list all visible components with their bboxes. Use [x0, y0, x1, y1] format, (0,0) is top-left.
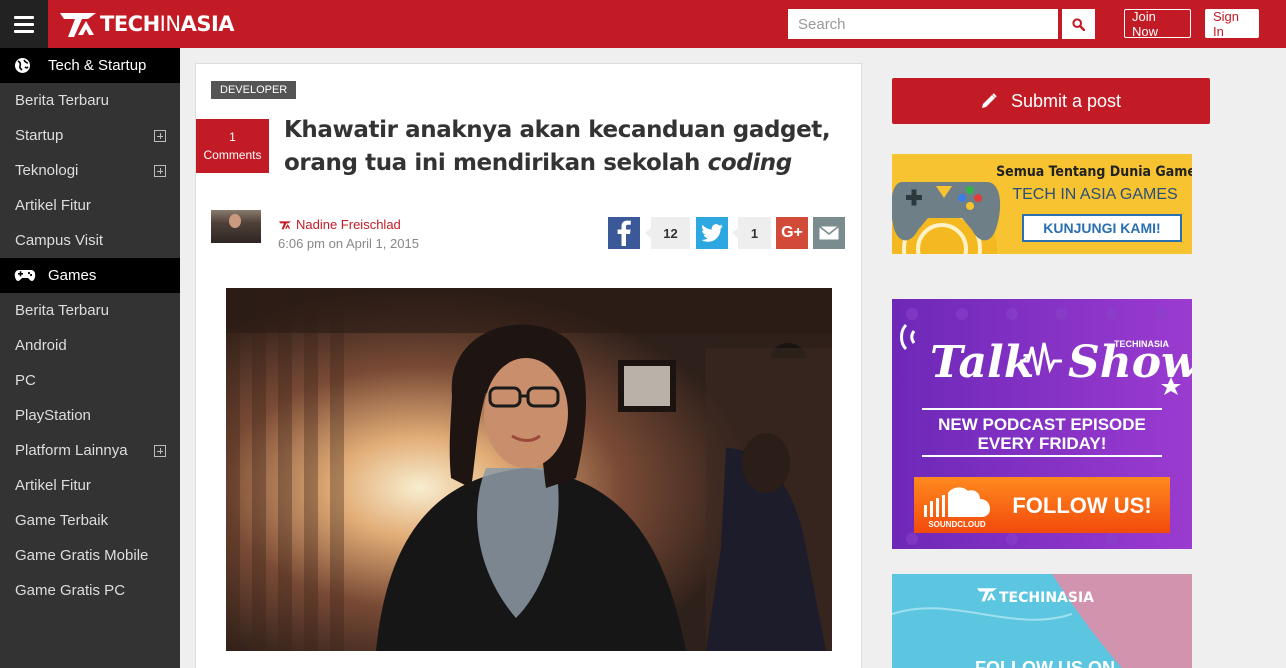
search-input[interactable] — [788, 9, 1058, 39]
talkshow-line-2: EVERY FRIDAY! — [978, 434, 1107, 453]
follow-ad-partial-text: FOLLOW US ON — [975, 658, 1115, 668]
expand-plus-icon[interactable] — [154, 164, 166, 177]
sidebar-item-label: Campus Visit — [15, 232, 104, 249]
techinasia-logo-icon — [60, 13, 96, 37]
email-share-button[interactable] — [813, 217, 845, 249]
logo-text-in: IN — [159, 12, 181, 36]
sidebar-item-label: Game Gratis PC — [15, 582, 126, 599]
comments-label: Comments — [203, 148, 262, 162]
sidebar-item-label: PlayStation — [15, 407, 91, 424]
sidebar-item-games-artikel-fitur[interactable]: Artikel Fitur — [0, 468, 180, 503]
talkshow-cta[interactable]: FOLLOW US! — [1012, 493, 1151, 518]
sidebar-section-title: Tech & Startup — [48, 57, 147, 74]
games-ad-headline: Semua Tentang Dunia Game — [996, 164, 1192, 180]
sidebar-item-label: Artikel Fitur — [15, 477, 91, 494]
sidebar-item-games-berita-terbaru[interactable]: Berita Terbaru — [0, 293, 180, 328]
author-link[interactable]: Nadine Freischlad — [278, 217, 401, 232]
twitter-icon — [701, 224, 723, 242]
techinasia-small-icon — [279, 220, 291, 229]
sidebar-item-label: Berita Terbaru — [15, 92, 109, 109]
games-banner-ad[interactable]: Semua Tentang Dunia Game TECH IN ASIA GA… — [892, 154, 1192, 254]
join-now-button[interactable]: Join Now — [1124, 9, 1191, 39]
sidebar-item-label: Teknologi — [15, 162, 79, 179]
menu-line — [14, 29, 34, 33]
sidebar-item-game-terbaik[interactable]: Game Terbaik — [0, 503, 180, 538]
sidebar-item-pc[interactable]: PC — [0, 363, 180, 398]
sidebar-item-campus-visit[interactable]: Campus Visit — [0, 223, 180, 258]
sidebar-item-game-gratis-mobile[interactable]: Game Gratis Mobile — [0, 538, 180, 573]
submit-post-label: Submit a post — [1010, 90, 1122, 111]
sidebar-section-title: Games — [48, 267, 97, 284]
facebook-icon — [617, 220, 631, 246]
site-logo[interactable]: TECHINASIA — [58, 9, 235, 39]
talkshow-title-talk: Talk — [930, 337, 1034, 388]
talkshow-line-1: NEW PODCAST EPISODE — [938, 415, 1146, 434]
expand-plus-icon[interactable] — [154, 129, 166, 142]
title-emphasis: coding — [707, 150, 793, 176]
sidebar-item-label: Game Terbaik — [15, 512, 109, 529]
sidebar-item-artikel-fitur[interactable]: Artikel Fitur — [0, 188, 180, 223]
sidebar-item-platform-lainnya[interactable]: Platform Lainnya — [0, 433, 180, 468]
article-card: DEVELOPER 1 Comments Khawatir anaknya ak… — [195, 63, 862, 668]
top-navbar: TECHINASIA Join Now Sign In — [0, 0, 1286, 48]
sidebar-item-label: Android — [15, 337, 67, 354]
globe-icon — [14, 58, 36, 74]
logo-wordmark: TECHINASIA — [100, 12, 235, 36]
search-icon — [1072, 17, 1085, 31]
follow-banner-ad[interactable]: TECHINASIA FOLLOW US ON — [892, 574, 1192, 668]
author-avatar[interactable] — [211, 210, 261, 243]
talkshow-brand: TECHINASIA — [1114, 339, 1170, 349]
article-title: Khawatir anaknya akan kecanduan gadget, … — [284, 114, 844, 180]
expand-plus-icon[interactable] — [154, 444, 166, 457]
author-name: Nadine Freischlad — [296, 217, 401, 232]
sidebar-item-game-gratis-pc[interactable]: Game Gratis PC — [0, 573, 180, 608]
sidebar-item-startup[interactable]: Startup — [0, 118, 180, 153]
publish-date: 6:06 pm on April 1, 2015 — [278, 236, 419, 251]
menu-line — [14, 22, 34, 26]
sidebar-section-games[interactable]: Games — [0, 258, 180, 293]
hamburger-menu-button[interactable] — [0, 0, 48, 48]
title-line-1: Khawatir anaknya akan kecanduan gadget, — [284, 117, 831, 143]
sidebar-item-berita-terbaru[interactable]: Berita Terbaru — [0, 83, 180, 118]
left-sidebar: Tech & Startup Berita Terbaru Startup Te… — [0, 48, 180, 668]
submit-post-button[interactable]: Submit a post — [892, 78, 1210, 124]
logo-text-tech: TECH — [100, 12, 160, 36]
sign-in-button[interactable]: Sign In — [1205, 9, 1259, 39]
gamepad-icon — [14, 268, 36, 284]
sidebar-item-label: Berita Terbaru — [15, 302, 109, 319]
title-line-2: orang tua ini mendirikan sekolah — [284, 150, 708, 176]
comments-count-box[interactable]: 1 Comments — [196, 119, 269, 173]
talkshow-banner-ad[interactable]: Talk Show TECHINASIA NEW PODCAST EPISODE… — [892, 299, 1192, 549]
article-hero-image — [226, 288, 832, 651]
sidebar-item-label: Startup — [15, 127, 64, 144]
sidebar-item-label: Game Gratis Mobile — [15, 547, 149, 564]
facebook-share-button[interactable] — [608, 217, 640, 249]
sidebar-item-label: Artikel Fitur — [15, 197, 91, 214]
sidebar-item-playstation[interactable]: PlayStation — [0, 398, 180, 433]
twitter-share-button[interactable] — [696, 217, 728, 249]
menu-line — [14, 15, 34, 19]
sidebar-section-tech-startup[interactable]: Tech & Startup — [0, 48, 180, 83]
twitter-share-count: 1 — [732, 217, 771, 249]
follow-ad-brand: TECHINASIA — [999, 590, 1094, 606]
soundcloud-label: SOUNDCLOUD — [928, 520, 986, 529]
sidebar-item-teknologi[interactable]: Teknologi — [0, 153, 180, 188]
logo-text-asia: ASIA — [180, 12, 235, 36]
facebook-share-count: 12 — [645, 217, 690, 249]
category-tag[interactable]: DEVELOPER — [211, 81, 297, 99]
email-icon — [819, 226, 839, 240]
search-button[interactable] — [1062, 9, 1095, 39]
games-ad-cta[interactable]: KUNJUNGI KAMI! — [1043, 220, 1160, 236]
google-plus-share-button[interactable]: G+ — [776, 217, 808, 249]
comments-count: 1 — [229, 130, 236, 144]
pencil-icon — [981, 93, 997, 108]
games-ad-brand: TECH IN ASIA GAMES — [1012, 186, 1177, 203]
sidebar-item-label: Platform Lainnya — [15, 442, 128, 459]
hero-photo — [226, 288, 832, 651]
sidebar-item-label: PC — [15, 372, 36, 389]
sidebar-item-android[interactable]: Android — [0, 328, 180, 363]
